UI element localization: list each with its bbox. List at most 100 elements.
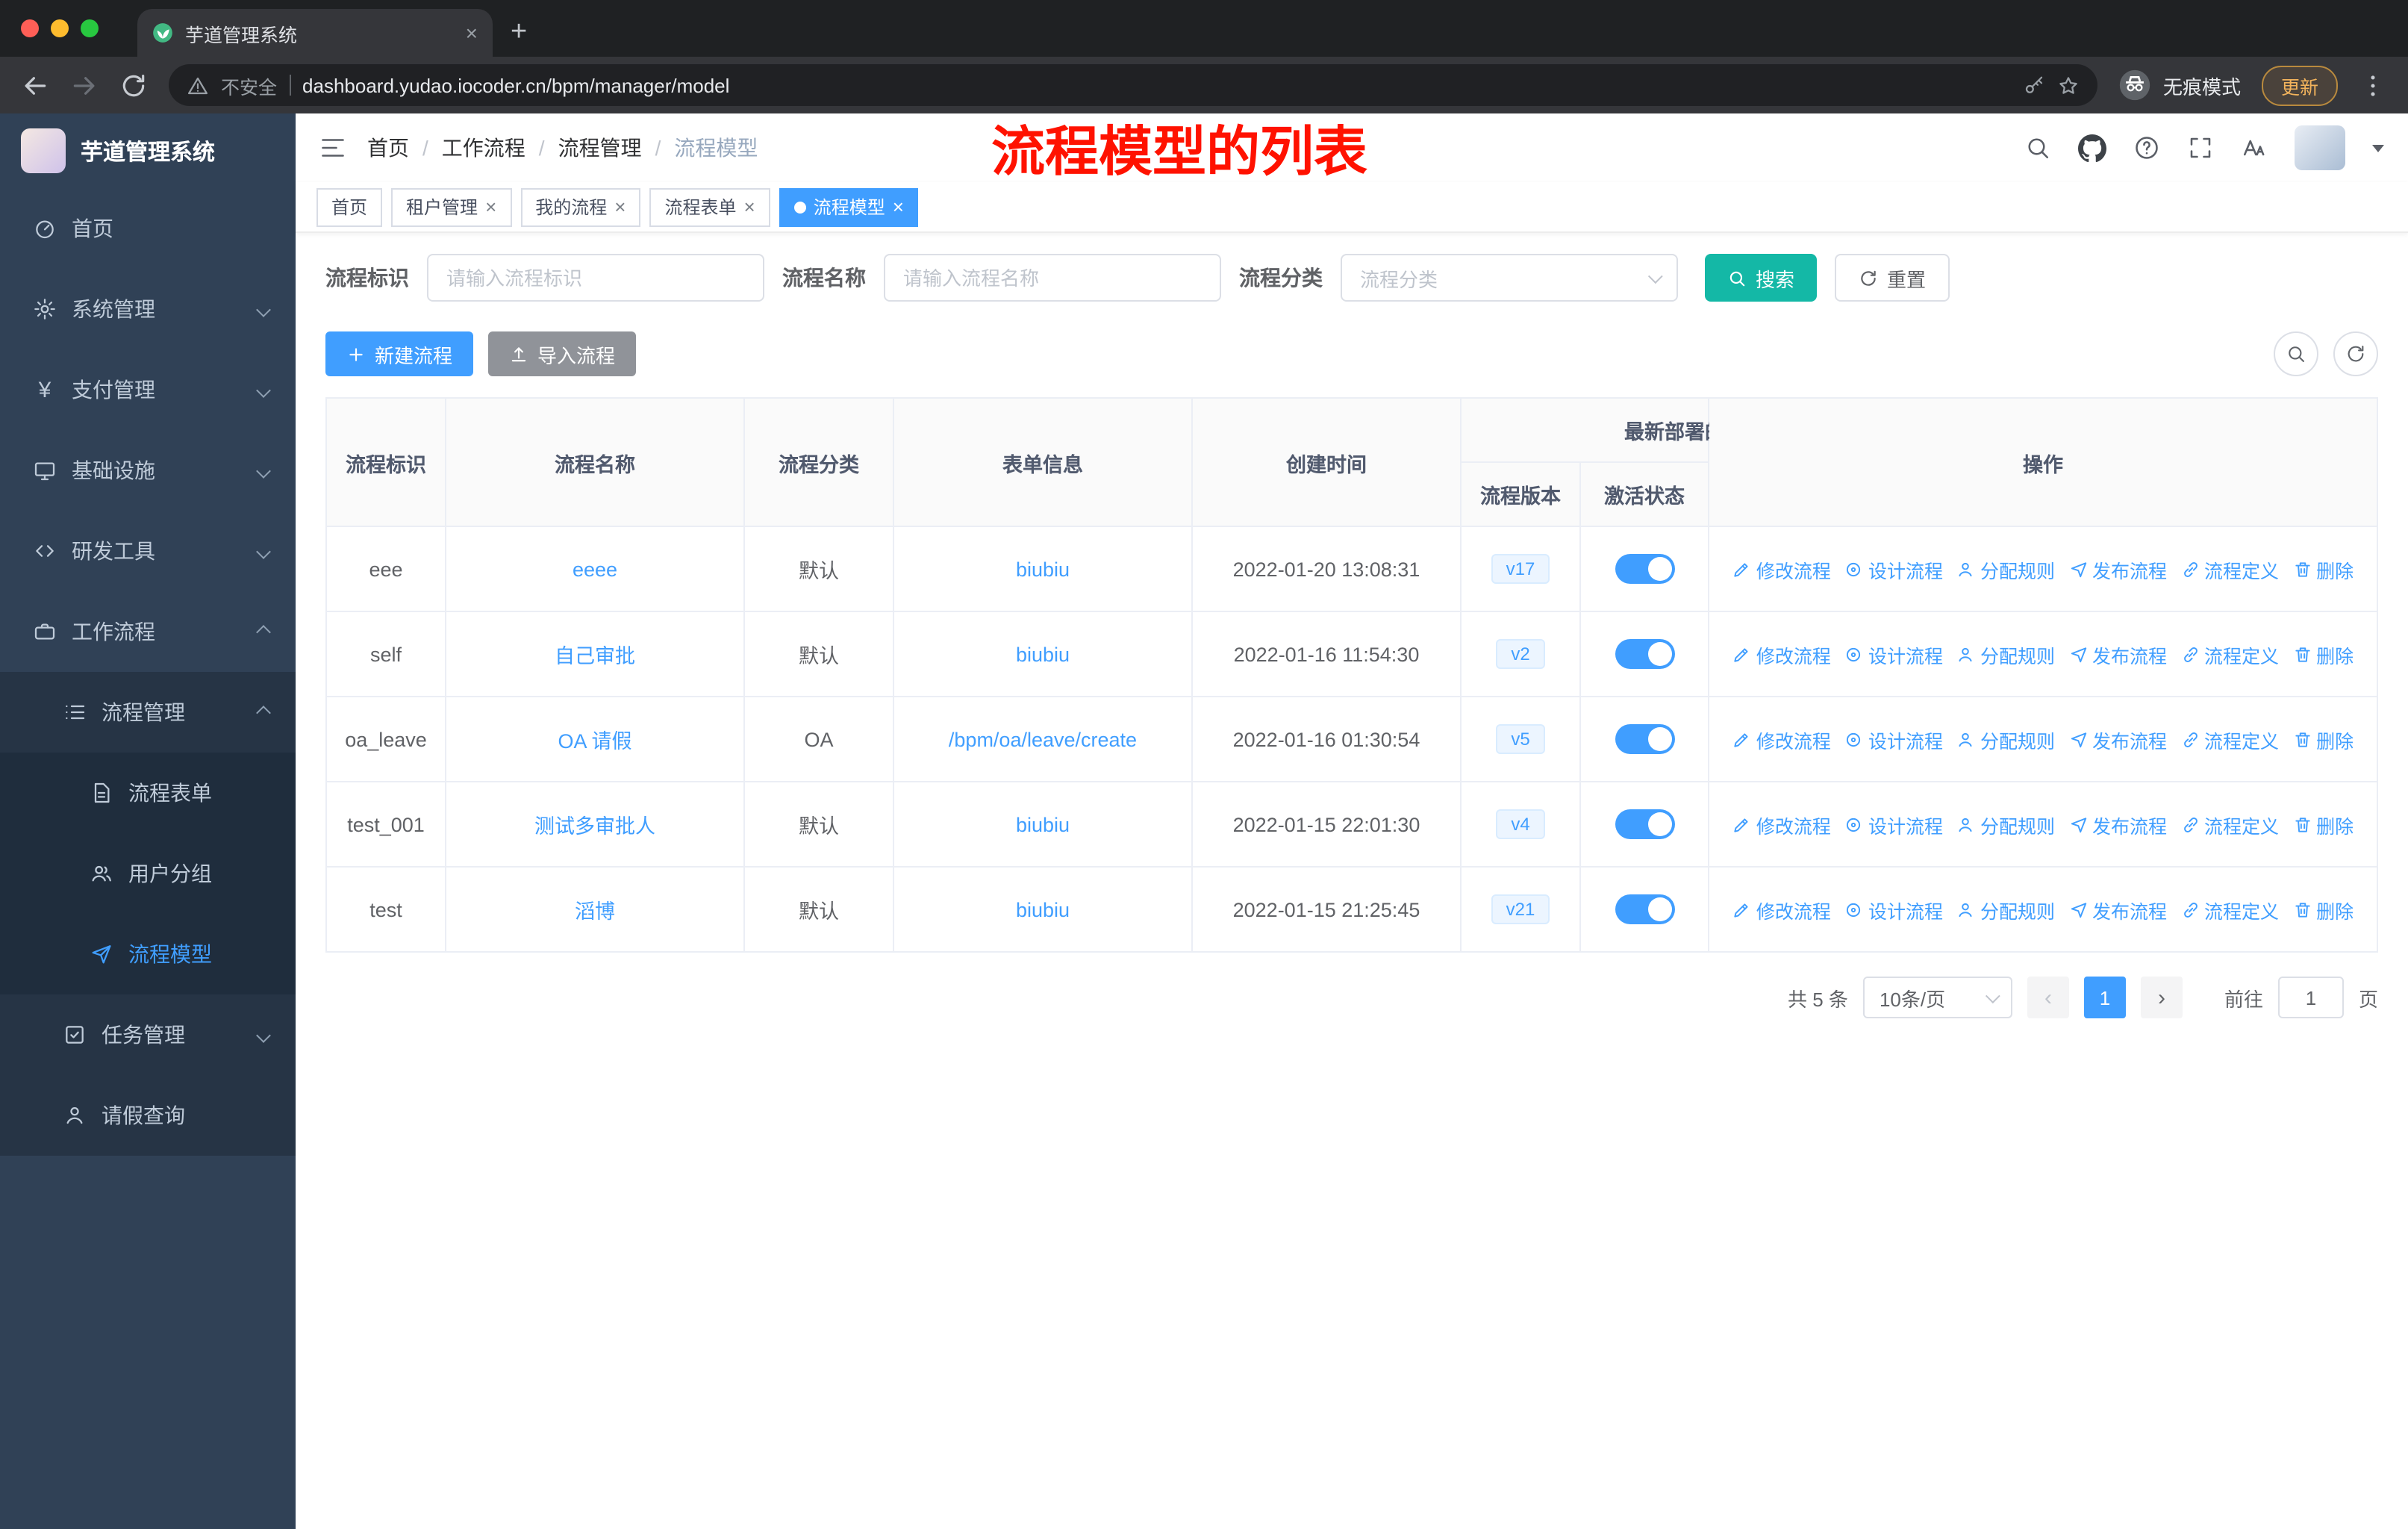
help-icon[interactable]: [2133, 134, 2160, 161]
tag-process-form[interactable]: 流程表单 ×: [649, 187, 770, 226]
form-info-link[interactable]: biubiu: [1016, 558, 1070, 580]
refresh-table-button[interactable]: [2333, 331, 2378, 376]
next-page-button[interactable]: ›: [2140, 977, 2183, 1018]
process-name-link[interactable]: 测试多审批人: [534, 815, 655, 838]
action-modify-button[interactable]: 修改流程: [1732, 895, 1831, 924]
action-publish-button[interactable]: 发布流程: [2068, 810, 2167, 838]
tag-home[interactable]: 首页: [316, 187, 383, 226]
search-button[interactable]: 搜索: [1705, 254, 1818, 302]
sidebar-item-user-group[interactable]: 用户分组: [0, 833, 296, 914]
process-name-link[interactable]: 自己审批: [555, 645, 635, 667]
action-definition-button[interactable]: 流程定义: [2180, 810, 2279, 838]
action-design-button[interactable]: 设计流程: [1844, 810, 1943, 838]
action-assign-rule-button[interactable]: 分配规则: [1956, 725, 2055, 753]
close-icon[interactable]: ×: [893, 197, 904, 217]
form-info-link[interactable]: biubiu: [1016, 813, 1070, 835]
form-info-link[interactable]: /bpm/oa/leave/create: [949, 728, 1137, 750]
search-icon[interactable]: [2024, 134, 2051, 161]
browser-menu-icon[interactable]: [2359, 71, 2387, 99]
action-delete-button[interactable]: 删除: [2292, 895, 2354, 924]
action-assign-rule-button[interactable]: 分配规则: [1956, 810, 2055, 838]
sidebar-item-leave-query[interactable]: 请假查询: [0, 1075, 296, 1156]
action-delete-button[interactable]: 删除: [2292, 725, 2354, 753]
action-publish-button[interactable]: 发布流程: [2068, 725, 2167, 753]
page-size-select[interactable]: 10条/页: [1862, 977, 2012, 1018]
process-id-input[interactable]: [427, 254, 764, 302]
process-name-link[interactable]: eeee: [573, 558, 617, 580]
action-publish-button[interactable]: 发布流程: [2068, 640, 2167, 668]
sidebar-item-home[interactable]: 首页: [0, 188, 296, 269]
breadcrumb-workflow[interactable]: 工作流程: [442, 133, 525, 163]
action-delete-button[interactable]: 删除: [2292, 810, 2354, 838]
new-tab-button[interactable]: +: [511, 16, 527, 49]
active-toggle[interactable]: [1615, 639, 1674, 669]
active-toggle[interactable]: [1615, 809, 1674, 839]
process-name-link[interactable]: OA 请假: [558, 730, 631, 753]
sidebar-item-payment[interactable]: ¥ 支付管理: [0, 349, 296, 430]
page-number-1[interactable]: 1: [2083, 977, 2126, 1018]
close-icon[interactable]: ×: [614, 197, 626, 217]
tag-process-model[interactable]: 流程模型 ×: [779, 187, 919, 226]
action-definition-button[interactable]: 流程定义: [2180, 725, 2279, 753]
breadcrumb-process-management[interactable]: 流程管理: [558, 133, 642, 163]
action-assign-rule-button[interactable]: 分配规则: [1956, 555, 2055, 583]
browser-tab[interactable]: 芋道管理系统 ×: [137, 9, 493, 57]
password-key-icon[interactable]: [2023, 74, 2045, 96]
action-definition-button[interactable]: 流程定义: [2180, 555, 2279, 583]
window-maximize-button[interactable]: [81, 19, 99, 37]
form-info-link[interactable]: biubiu: [1016, 643, 1070, 665]
sidebar-item-infrastructure[interactable]: 基础设施: [0, 430, 296, 511]
action-delete-button[interactable]: 删除: [2292, 640, 2354, 668]
sidebar-item-process-form[interactable]: 流程表单: [0, 753, 296, 833]
action-definition-button[interactable]: 流程定义: [2180, 895, 2279, 924]
action-design-button[interactable]: 设计流程: [1844, 895, 1943, 924]
app-logo[interactable]: 芋道管理系统: [0, 113, 296, 188]
action-publish-button[interactable]: 发布流程: [2068, 895, 2167, 924]
sidebar-item-workflow[interactable]: 工作流程: [0, 591, 296, 672]
prev-page-button[interactable]: ‹: [2027, 977, 2069, 1018]
import-process-button[interactable]: 导入流程: [488, 331, 637, 376]
process-name-link[interactable]: 滔博: [575, 900, 615, 923]
action-publish-button[interactable]: 发布流程: [2068, 555, 2167, 583]
action-design-button[interactable]: 设计流程: [1844, 555, 1943, 583]
reload-icon[interactable]: [119, 71, 148, 99]
tag-my-process[interactable]: 我的流程 ×: [520, 187, 641, 226]
action-modify-button[interactable]: 修改流程: [1732, 640, 1831, 668]
process-name-input[interactable]: [884, 254, 1221, 302]
reset-button[interactable]: 重置: [1835, 254, 1950, 302]
process-category-select[interactable]: 流程分类: [1341, 254, 1678, 302]
action-design-button[interactable]: 设计流程: [1844, 725, 1943, 753]
back-icon[interactable]: [21, 71, 49, 99]
toggle-search-button[interactable]: [2274, 331, 2318, 376]
update-button[interactable]: 更新: [2261, 65, 2338, 105]
bookmark-star-icon[interactable]: [2057, 74, 2080, 96]
action-modify-button[interactable]: 修改流程: [1732, 555, 1831, 583]
forward-icon[interactable]: [70, 71, 99, 99]
action-assign-rule-button[interactable]: 分配规则: [1956, 895, 2055, 924]
action-delete-button[interactable]: 删除: [2292, 555, 2354, 583]
address-bar[interactable]: 不安全 dashboard.yudao.iocoder.cn/bpm/manag…: [169, 64, 2097, 106]
close-icon[interactable]: ×: [485, 197, 496, 217]
tab-close-icon[interactable]: ×: [466, 22, 478, 43]
sidebar-item-dev-tools[interactable]: 研发工具: [0, 511, 296, 591]
create-process-button[interactable]: 新建流程: [325, 331, 474, 376]
sidebar-item-process-management[interactable]: 流程管理: [0, 672, 296, 753]
sidebar-collapse-icon[interactable]: [319, 134, 346, 161]
avatar[interactable]: [2295, 125, 2345, 170]
sidebar-item-process-model[interactable]: 流程模型: [0, 914, 296, 994]
window-minimize-button[interactable]: [51, 19, 69, 37]
form-info-link[interactable]: biubiu: [1016, 898, 1070, 921]
active-toggle[interactable]: [1615, 554, 1674, 584]
action-definition-button[interactable]: 流程定义: [2180, 640, 2279, 668]
action-modify-button[interactable]: 修改流程: [1732, 725, 1831, 753]
font-size-icon[interactable]: [2241, 134, 2268, 161]
avatar-caret-icon[interactable]: [2372, 144, 2384, 152]
tag-tenant[interactable]: 租户管理 ×: [391, 187, 512, 226]
breadcrumb-home[interactable]: 首页: [367, 133, 409, 163]
sidebar-item-system[interactable]: 系统管理: [0, 269, 296, 349]
close-icon[interactable]: ×: [744, 197, 755, 217]
goto-page-input[interactable]: [2277, 977, 2344, 1018]
active-toggle[interactable]: [1615, 724, 1674, 754]
action-modify-button[interactable]: 修改流程: [1732, 810, 1831, 838]
active-toggle[interactable]: [1615, 894, 1674, 924]
